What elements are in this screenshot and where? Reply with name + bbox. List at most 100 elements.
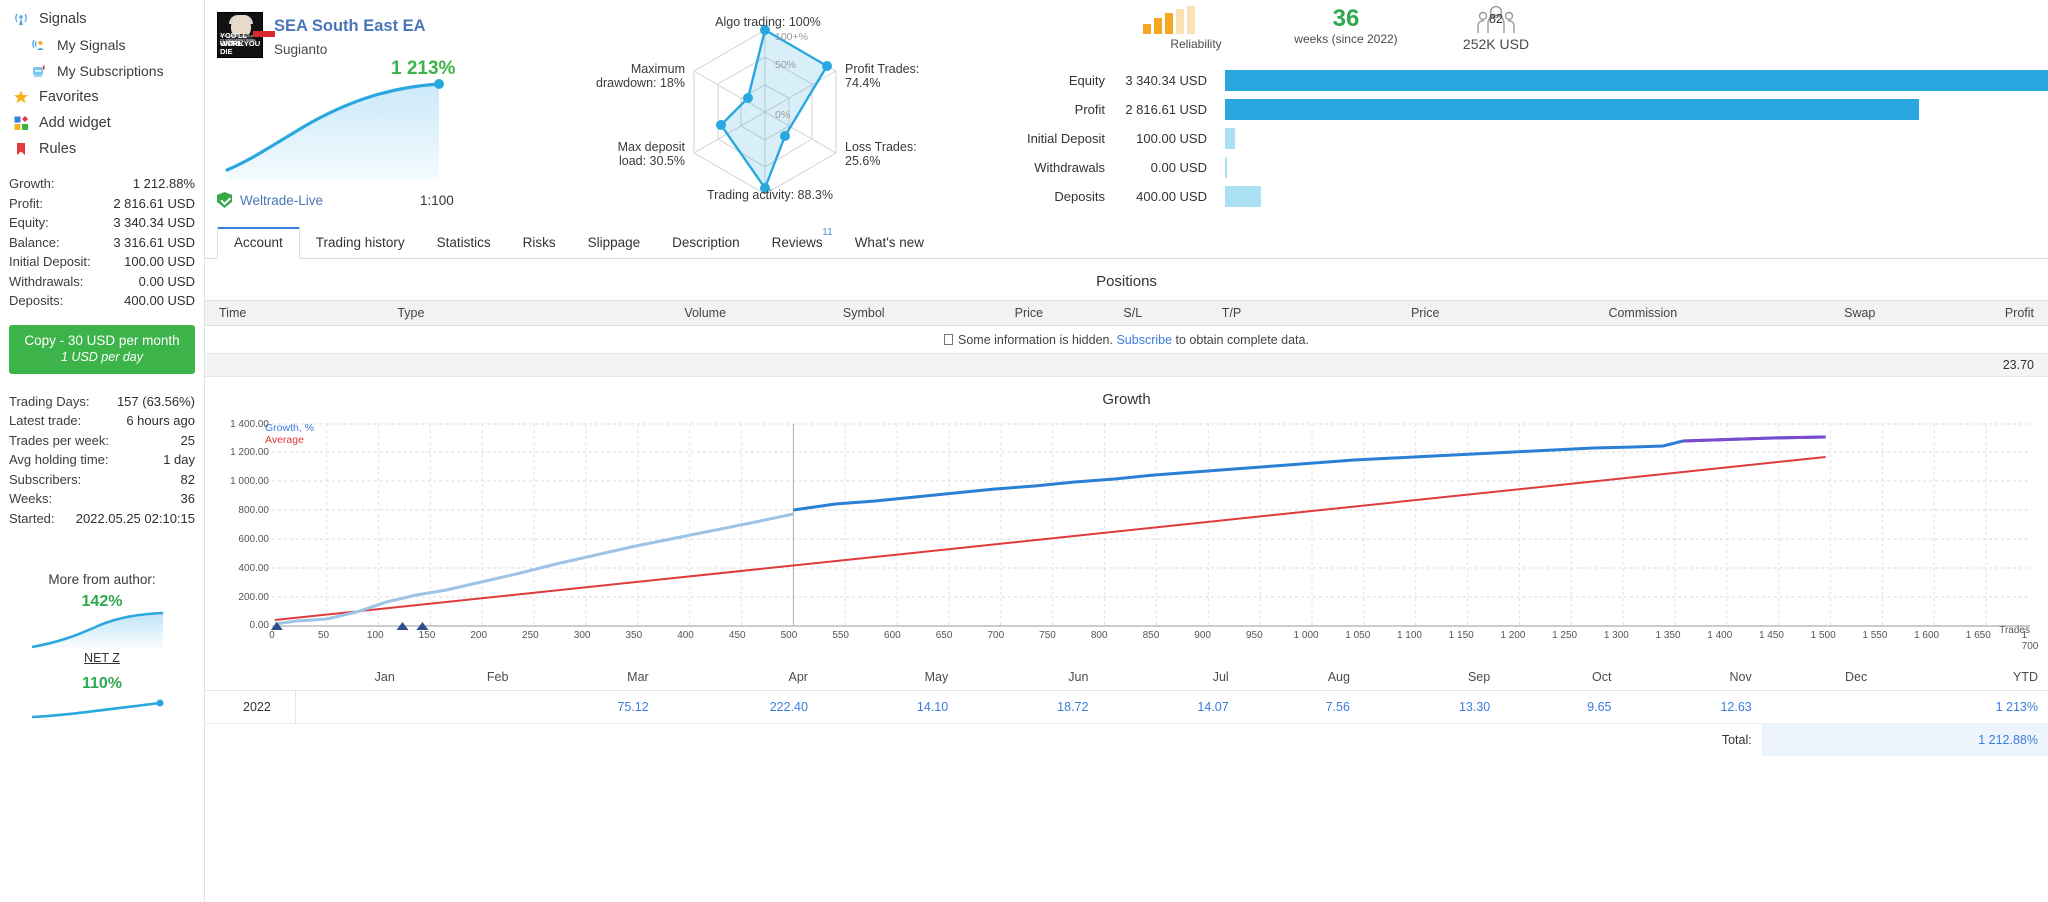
stat-avg-holding-time: Avg holding time: 1 day [9, 450, 195, 470]
cell-ytd: 1 213% [1877, 690, 2048, 724]
stat-label: Weeks: [9, 491, 53, 506]
tab-label: What's new [854, 235, 925, 250]
copy-button-daily: 1 USD per day [61, 349, 143, 364]
author-widget-1[interactable]: 142% NET Z [0, 593, 204, 665]
tab-label: Slippage [587, 235, 641, 250]
kpi-weeks-value: 36 [1332, 5, 1360, 32]
sidebar-item-my-subscriptions[interactable]: My Subscriptions [0, 58, 204, 84]
tab-risks[interactable]: Risks [507, 229, 572, 258]
stat-value: 3 316.61 USD [113, 234, 195, 250]
sidebar-item-favorites[interactable]: Favorites [0, 84, 204, 110]
stat-value: 157 (63.56%) [116, 393, 195, 409]
growth-chart-svg [270, 423, 2031, 630]
stat-value: 6 hours ago [126, 413, 195, 428]
col-time[interactable]: Time [205, 300, 384, 326]
more-from-author-title: More from author: [48, 572, 156, 587]
bar-label: Withdrawals [1034, 160, 1105, 175]
tab-trading-history[interactable]: Trading history [300, 229, 421, 258]
tab-label: Reviews [771, 235, 823, 250]
verified-shield-icon [217, 192, 232, 208]
bar-fill [1225, 128, 1235, 149]
signal-title[interactable]: SEA South East EA [274, 16, 426, 36]
col-profit[interactable]: Profit [1889, 300, 2048, 326]
stat-value: 25 [180, 432, 195, 448]
positions-header-row: Time Type Volume Symbol Price S/L T/P Pr… [205, 300, 2048, 326]
balance-bars: Equity 3 340.34 USD Profit 2 816.61 USD … [995, 66, 2048, 211]
stat-value: 1 day [163, 452, 195, 467]
kpi-row: Reliability 36 weeks (since 2022) 82 252… [995, 6, 2048, 52]
tab-label: Trading history [315, 235, 405, 250]
col-jan: Jan [295, 666, 405, 691]
tab-account[interactable]: Account [217, 227, 300, 259]
sidebar-item-rules[interactable]: Rules [0, 136, 204, 162]
col-tp[interactable]: T/P [1156, 300, 1256, 326]
stat-value: 36 [180, 491, 195, 506]
cell-feb [404, 690, 519, 724]
stat-profit: Profit: 2 816.61 USD [9, 194, 195, 214]
chart-xaxis-label: Trades [1999, 625, 2030, 636]
sidebar-nav: Signals My Signals My Subscriptions Favo… [0, 0, 204, 162]
sidebar-stats-secondary: Trading Days: 157 (63.56%) Latest trade:… [0, 392, 204, 529]
sidebar-item-my-signals[interactable]: My Signals [0, 32, 204, 58]
author-widget-2[interactable]: 110% [0, 675, 204, 735]
kpi-weeks-caption: weeks (since 2022) [1294, 32, 1398, 46]
signal-author[interactable]: Sugianto [274, 42, 426, 57]
col-sl[interactable]: S/L [1057, 300, 1157, 326]
bar-row: Equity 3 340.34 USD [995, 66, 2048, 95]
tab-slippage[interactable]: Slippage [572, 229, 657, 258]
stat-value: 2022.05.25 02:10:15 [75, 510, 195, 526]
subscribe-link[interactable]: Subscribe [1116, 333, 1172, 347]
col-commission[interactable]: Commission [1453, 300, 1692, 326]
cell-sep: 13.30 [1359, 690, 1501, 724]
tab-reviews[interactable]: Reviews 11 [756, 227, 839, 258]
bar-row: Profit 2 816.61 USD [995, 95, 2048, 124]
sidebar-item-add-widget[interactable]: Add widget [0, 110, 204, 136]
tab-description[interactable]: Description [656, 229, 756, 258]
growth-chart[interactable]: Growth, % Average Trades 1 400.00 1 200.… [217, 414, 2038, 664]
stat-deposits: Deposits: 400.00 USD [9, 291, 195, 311]
author-widget-name[interactable]: NET Z [0, 651, 204, 665]
stat-value: 2 816.61 USD [113, 195, 195, 211]
sidebar-item-label: My Signals [57, 37, 126, 53]
bar-track [1225, 186, 2048, 207]
bar-fill [1225, 70, 2048, 91]
col-nov: Nov [1621, 666, 1762, 691]
author-rank-bar [253, 31, 275, 37]
cell-mar: 75.12 [518, 690, 659, 724]
copy-button-price: Copy - 30 USD per month [24, 332, 180, 348]
broker-name[interactable]: Weltrade-Live [240, 193, 323, 208]
col-symbol[interactable]: Symbol [740, 300, 899, 326]
signal-growth-sparkline [225, 79, 444, 180]
signal-identity: IF YOU DON'T FIND A WAY TO MAKE MONEY WH… [205, 0, 535, 228]
broker-row: Weltrade-Live 1:100 [217, 192, 517, 208]
col-volume[interactable]: Volume [561, 300, 741, 326]
copy-subscribe-button[interactable]: Copy - 30 USD per month 1 USD per day [9, 324, 195, 374]
col-dec: Dec [1761, 666, 1878, 691]
col-price-close[interactable]: Price [1255, 300, 1454, 326]
col-price-open[interactable]: Price [898, 300, 1058, 326]
bar-track [1225, 70, 2048, 91]
bar-value: 2 816.61 USD [1125, 102, 1207, 117]
col-feb: Feb [404, 666, 519, 691]
col-mar: Mar [518, 666, 659, 691]
stat-value: 1 212.88% [132, 176, 195, 191]
col-swap[interactable]: Swap [1691, 300, 1890, 326]
stat-value: 0.00 USD [138, 273, 195, 289]
positions-hidden-note: Some information is hidden. Subscribe to… [205, 326, 2048, 353]
kpi-weeks: 36 weeks (since 2022) [1291, 6, 1401, 52]
sidebar-item-signals[interactable]: Signals [0, 6, 204, 32]
tab-statistics[interactable]: Statistics [421, 229, 507, 258]
legend-average: Average [265, 434, 304, 446]
cell-jan [295, 690, 405, 724]
stat-subscribers: Subscribers: 82 [9, 470, 195, 490]
stat-label: Avg holding time: [9, 452, 109, 467]
stat-label: Growth: [9, 176, 55, 191]
cell-oct: 9.65 [1500, 690, 1622, 724]
col-type[interactable]: Type [383, 300, 562, 326]
stat-label: Equity: [9, 215, 49, 230]
stat-label: Balance: [9, 234, 60, 250]
kpi-subscribers-badge: 82 [1489, 12, 1503, 26]
tab-whats-new[interactable]: What's new [839, 229, 940, 258]
bar-value: 3 340.34 USD [1125, 73, 1207, 88]
bar-fill [1225, 157, 1227, 178]
